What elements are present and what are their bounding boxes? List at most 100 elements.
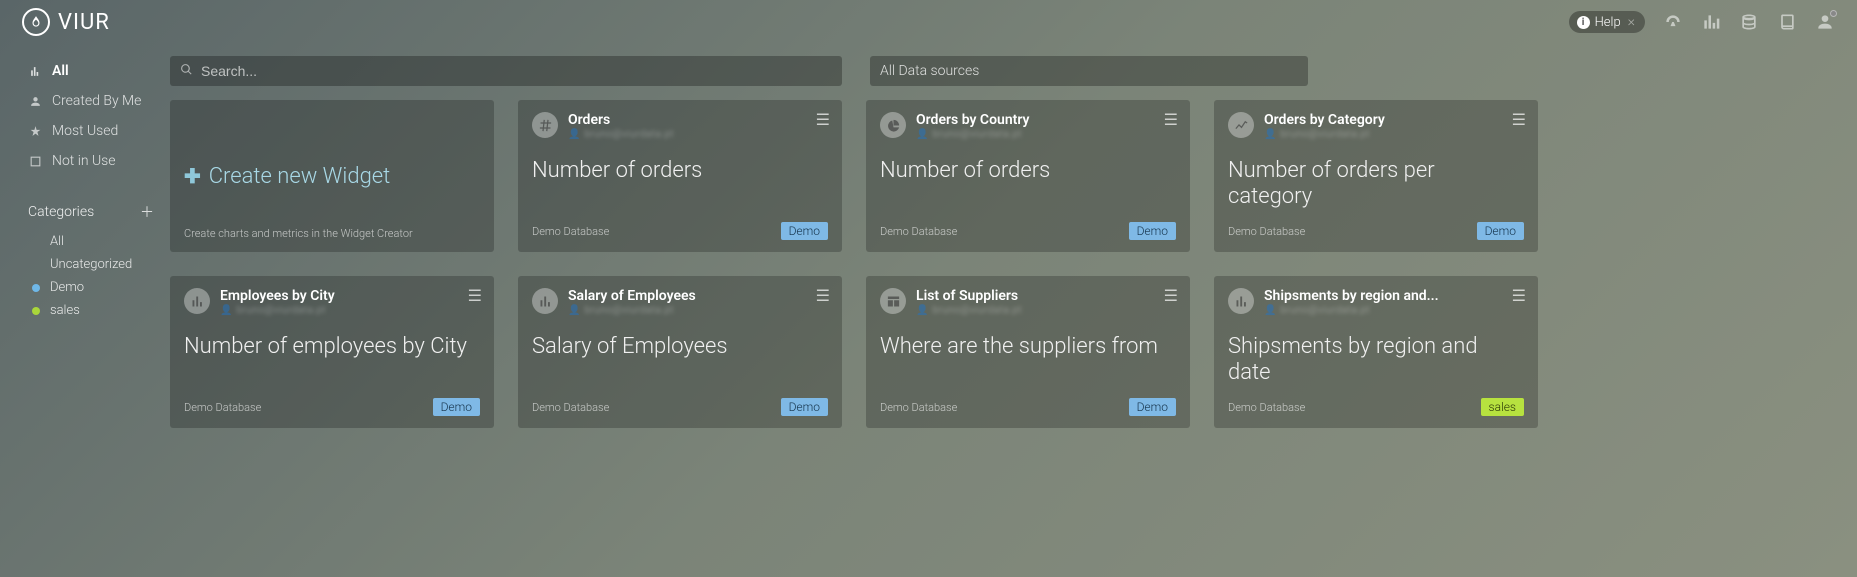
card-menu-icon[interactable]: ☰ [468,286,482,305]
card-menu-icon[interactable]: ☰ [1512,286,1526,305]
widget-card[interactable]: ☰Orders👤bruno@viurdata.pt Number of order… [518,100,842,252]
widget-card[interactable]: ☰Orders by Country👤bruno@viurdata.ptNumb… [866,100,1190,252]
widget-tag[interactable]: Demo [1477,222,1524,240]
hash-icon [532,112,558,138]
widget-author: 👤bruno@viurdata.pt [568,305,828,316]
sidebar-nav-all[interactable]: All [22,56,160,86]
database-icon[interactable] [1739,12,1759,32]
widget-author: 👤bruno@viurdata.pt [568,129,828,140]
card-menu-icon[interactable]: ☰ [816,286,830,305]
card-menu-icon[interactable]: ☰ [816,110,830,129]
widget-description: Shipsments by region and date [1228,334,1524,387]
category-sales[interactable]: sales [22,299,160,322]
nav-icon [28,155,42,168]
widget-tag[interactable]: Demo [433,398,480,416]
datasource-filter-label: All Data sources [880,63,979,79]
user-notifications-icon[interactable] [1815,12,1835,32]
widget-card[interactable]: ☰Orders by Category👤bruno@viurdata.pt Num… [1214,100,1538,252]
widget-description: Salary of Employees [532,334,828,360]
brand-name: VIUR [58,10,110,35]
category-label: sales [50,303,80,318]
widget-author: 👤bruno@viurdata.pt [1264,129,1524,140]
widget-description: Number of orders [532,158,828,184]
user-icon: 👤 [1264,129,1276,140]
add-category-button[interactable]: ＋ [140,202,154,222]
create-widget-desc: Create charts and metrics in the Widget … [184,227,413,240]
analytics-icon[interactable] [1701,12,1721,32]
widget-tag[interactable]: Demo [1129,222,1176,240]
widget-card[interactable]: ☰Salary of Employees👤bruno@viurdata.ptSa… [518,276,842,428]
sidebar-nav-not-in-use[interactable]: Not in Use [22,146,160,176]
nav-label: Not in Use [52,153,116,169]
nav-icon [28,125,42,138]
category-label: Demo [50,280,84,295]
category-label: All [50,234,64,249]
category-color-dot [32,307,40,315]
widget-source: Demo Database [880,401,957,414]
nav-label: All [52,63,69,79]
widget-title: Employees by City [220,288,480,304]
nav-icon [28,65,42,78]
datasource-filter[interactable]: All Data sources [870,56,1308,86]
dashboard-icon[interactable] [1663,12,1683,32]
widget-card[interactable]: ☰List of Suppliers👤bruno@viurdata.ptWher… [866,276,1190,428]
nav-label: Created By Me [52,93,141,109]
info-icon: i [1577,16,1590,29]
table-icon [880,288,906,314]
widget-source: Demo Database [532,225,609,238]
plus-icon: ✚ [184,164,201,188]
search-input[interactable] [201,63,832,79]
category-uncategorized[interactable]: Uncategorized [22,253,160,276]
close-icon[interactable]: × [1628,14,1635,30]
user-icon: 👤 [220,305,232,316]
widget-tag[interactable]: Demo [781,398,828,416]
widget-tag[interactable]: Demo [781,222,828,240]
widget-title: Orders by Category [1264,112,1524,128]
widget-title: Shipsments by region and... [1264,288,1524,304]
card-menu-icon[interactable]: ☰ [1164,286,1178,305]
category-color-dot [32,284,40,292]
card-menu-icon[interactable]: ☰ [1164,110,1178,129]
bars-icon [532,288,558,314]
brand-logo[interactable]: VIUR [22,8,110,36]
widget-source: Demo Database [1228,401,1305,414]
widget-tag[interactable]: sales [1481,398,1525,416]
widget-title: Orders [568,112,828,128]
card-menu-icon[interactable]: ☰ [1512,110,1526,129]
widget-description: Where are the suppliers from [880,334,1176,360]
create-widget-card[interactable]: ✚ Create new Widget Create charts and metr… [170,100,494,252]
category-label: Uncategorized [50,257,132,272]
book-icon[interactable] [1777,12,1797,32]
user-icon: 👤 [1264,305,1276,316]
widget-title: Orders by Country [916,112,1176,128]
pie-icon [880,112,906,138]
category-demo[interactable]: Demo [22,276,160,299]
widget-title: Salary of Employees [568,288,828,304]
widget-author: 👤bruno@viurdata.pt [220,305,480,316]
categories-header: Categories [28,204,94,220]
create-widget-label: Create new Widget [209,164,390,189]
nav-icon [28,95,42,108]
sidebar-nav-created-by-me[interactable]: Created By Me [22,86,160,116]
widget-card[interactable]: ☰Employees by City👤bruno@viurdata.ptNumb… [170,276,494,428]
widget-author: 👤bruno@viurdata.pt [916,305,1176,316]
bars-icon [1228,288,1254,314]
user-icon: 👤 [568,129,580,140]
line-icon [1228,112,1254,138]
widget-source: Demo Database [880,225,957,238]
search-icon [180,63,193,80]
widget-description: Number of orders per category [1228,158,1524,211]
flame-icon [22,8,50,36]
help-button[interactable]: i Help × [1569,11,1645,33]
category-all[interactable]: All [22,230,160,253]
sidebar-nav-most-used[interactable]: Most Used [22,116,160,146]
widget-source: Demo Database [532,401,609,414]
search-box[interactable] [170,56,842,86]
widget-card[interactable]: ☰Shipsments by region and...👤bruno@viurd… [1214,276,1538,428]
notification-dot [1830,10,1837,17]
user-icon: 👤 [568,305,580,316]
help-label: Help [1595,15,1621,30]
user-icon: 👤 [916,129,928,140]
widget-author: 👤bruno@viurdata.pt [916,129,1176,140]
widget-tag[interactable]: Demo [1129,398,1176,416]
